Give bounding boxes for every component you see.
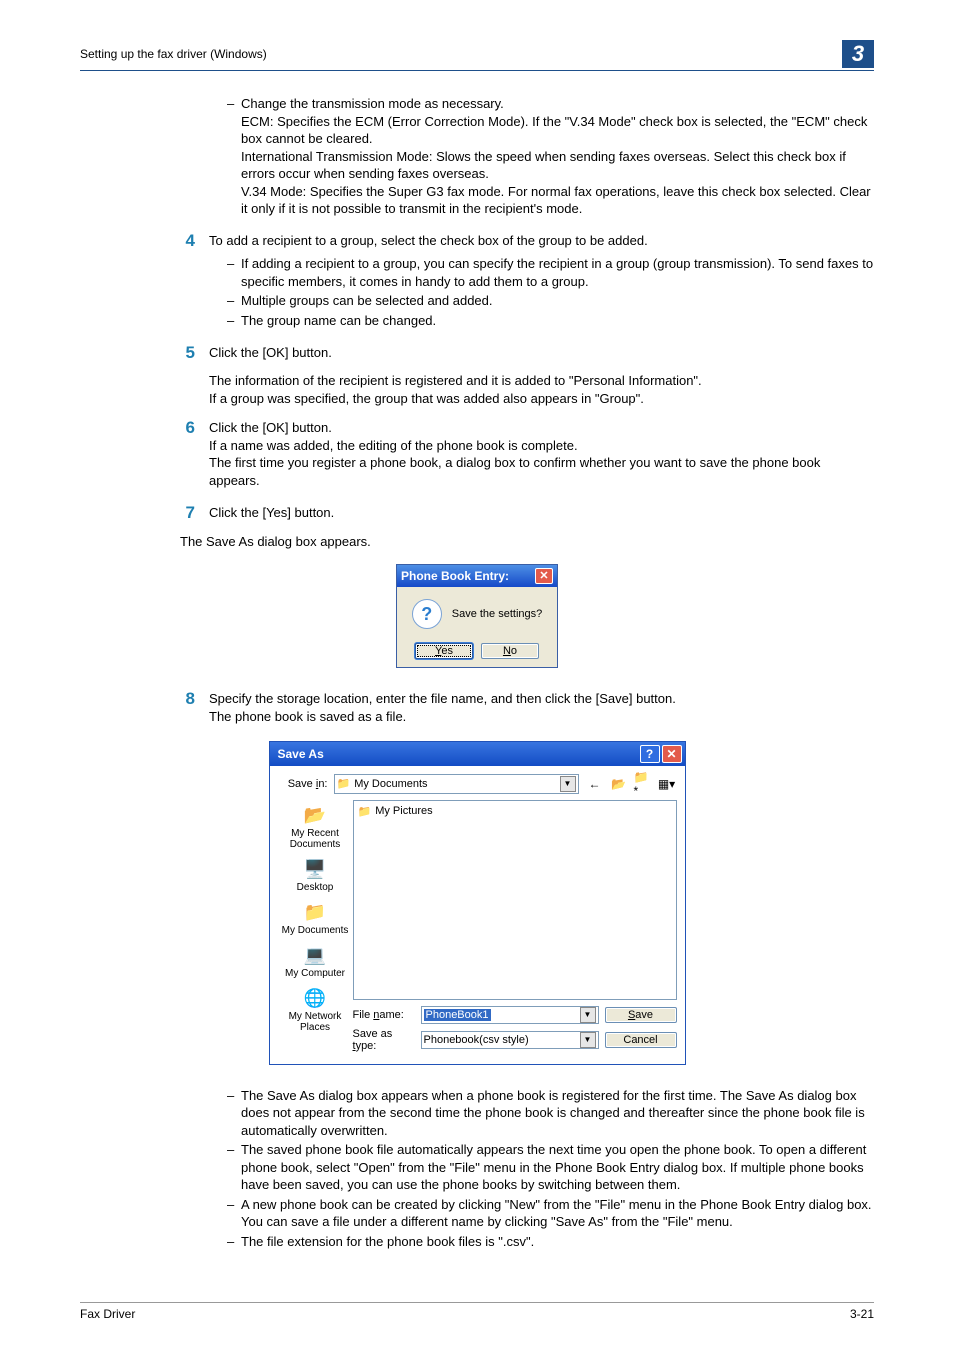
network-icon: 🌐: [301, 987, 329, 1011]
step-number-7: 7: [80, 504, 209, 525]
help-button[interactable]: ?: [640, 745, 660, 763]
note-item: If adding a recipient to a group, you ca…: [227, 255, 874, 290]
question-icon: ?: [412, 599, 442, 629]
new-folder-icon[interactable]: 📁*: [633, 774, 653, 794]
save-as-dialog: Save As ? ✕ Save in: 📁 My Documents ▼: [269, 741, 686, 1065]
no-button[interactable]: No: [481, 643, 539, 659]
folder-name: My Pictures: [375, 805, 432, 817]
yes-button[interactable]: Yes: [415, 643, 473, 659]
page-footer: Fax Driver 3-21: [80, 1302, 874, 1321]
views-icon[interactable]: ▦▾: [657, 774, 677, 794]
cancel-button[interactable]: Cancel: [605, 1032, 677, 1048]
step-number-8: 8: [80, 690, 209, 728]
save-button[interactable]: Save: [605, 1007, 677, 1023]
save-in-combo[interactable]: 📁 My Documents ▼: [334, 774, 579, 794]
footer-left: Fax Driver: [80, 1307, 135, 1321]
close-button[interactable]: ✕: [662, 745, 682, 763]
back-icon[interactable]: ←: [585, 774, 605, 794]
step-number-6: 6: [80, 419, 209, 492]
page-header: Setting up the fax driver (Windows) 3: [80, 40, 874, 71]
phone-book-entry-dialog: Phone Book Entry: ✕ ? Save the settings?…: [396, 564, 558, 668]
savetype-value: Phonebook(csv style): [424, 1034, 529, 1046]
save-in-label: Save in:: [278, 778, 328, 790]
chevron-down-icon[interactable]: ▼: [580, 1007, 596, 1023]
step8-text: Specify the storage location, enter the …: [209, 690, 874, 725]
transmission-mode-notes: Change the transmission mode as necessar…: [209, 95, 874, 218]
file-list-area[interactable]: 📁 My Pictures: [353, 800, 677, 1000]
places-desktop[interactable]: 🖥️ Desktop: [278, 856, 353, 895]
chapter-number: 3: [842, 40, 874, 68]
note-item: Multiple groups can be selected and adde…: [227, 292, 874, 310]
note-item: The saved phone book file automatically …: [227, 1141, 874, 1194]
dialog-title: Save As: [278, 747, 324, 761]
documents-icon: 📁: [301, 901, 329, 925]
filename-value: PhoneBook1: [424, 1009, 491, 1021]
step4-text: To add a recipient to a group, select th…: [209, 232, 874, 250]
note-item: The Save As dialog box appears when a ph…: [227, 1087, 874, 1140]
dialog-title: Phone Book Entry:: [401, 569, 509, 583]
step6-text: Click the [OK] button. If a name was add…: [209, 419, 874, 489]
note-item: The group name can be changed.: [227, 312, 874, 330]
footer-right: 3-21: [850, 1307, 874, 1321]
folder-icon: 📁: [358, 805, 372, 818]
step5-text: Click the [OK] button.: [209, 344, 874, 362]
step7-text: Click the [Yes] button.: [209, 504, 874, 522]
places-my-documents[interactable]: 📁 My Documents: [278, 899, 353, 938]
places-my-network[interactable]: 🌐 My Network Places: [278, 985, 353, 1035]
step-number-5: 5: [80, 344, 209, 365]
note-item: The file extension for the phone book fi…: [227, 1233, 874, 1251]
note-item: Change the transmission mode as necessar…: [227, 95, 874, 218]
step5-result: The information of the recipient is regi…: [209, 372, 874, 407]
dialog-titlebar: Save As ? ✕: [270, 742, 685, 766]
desktop-icon: 🖥️: [301, 858, 329, 882]
note-item: A new phone book can be created by click…: [227, 1196, 874, 1231]
saveas-notes: The Save As dialog box appears when a ph…: [209, 1087, 874, 1251]
savetype-combo[interactable]: Phonebook(csv style) ▼: [421, 1031, 599, 1049]
folder-item[interactable]: 📁 My Pictures: [358, 805, 672, 818]
places-recent[interactable]: 📂 My Recent Documents: [278, 802, 353, 852]
filename-input[interactable]: PhoneBook1 ▼: [421, 1006, 599, 1024]
dialog-message: Save the settings?: [452, 608, 543, 620]
chevron-down-icon[interactable]: ▼: [580, 1032, 596, 1048]
save-in-value: My Documents: [354, 778, 427, 790]
close-button[interactable]: ✕: [535, 568, 553, 584]
up-one-level-icon[interactable]: 📂: [609, 774, 629, 794]
step-number-4: 4: [80, 232, 209, 332]
recent-docs-icon: 📂: [301, 804, 329, 828]
folder-icon: 📁: [337, 777, 351, 790]
savetype-label: Save as type:: [353, 1028, 415, 1052]
chevron-down-icon[interactable]: ▼: [560, 776, 576, 792]
places-my-computer[interactable]: 💻 My Computer: [278, 942, 353, 981]
step7-result: The Save As dialog box appears.: [180, 533, 874, 551]
filename-label: File name:: [353, 1009, 415, 1021]
header-title: Setting up the fax driver (Windows): [80, 47, 267, 61]
places-bar: 📂 My Recent Documents 🖥️ Desktop 📁 My Do…: [278, 800, 353, 1000]
computer-icon: 💻: [301, 944, 329, 968]
step4-notes: If adding a recipient to a group, you ca…: [209, 255, 874, 329]
dialog-titlebar: Phone Book Entry: ✕: [397, 565, 557, 587]
